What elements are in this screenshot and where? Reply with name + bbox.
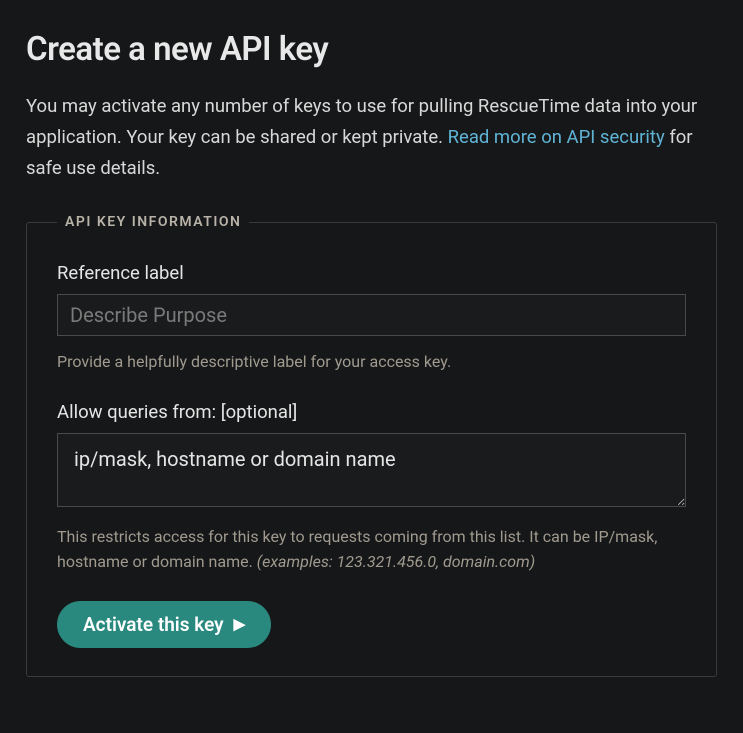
intro-paragraph: You may activate any number of keys to u…: [26, 91, 717, 184]
reference-label-label: Reference label: [57, 262, 686, 284]
activate-key-button-label: Activate this key: [83, 613, 224, 636]
activate-key-button[interactable]: Activate this key ▶: [57, 601, 271, 648]
page-title: Create a new API key: [26, 30, 717, 69]
allow-queries-help-examples: (examples: 123.321.456.0, domain.com): [257, 552, 535, 571]
fieldset-legend: API KEY INFORMATION: [57, 214, 249, 230]
reference-label-help: Provide a helpfully descriptive label fo…: [57, 350, 686, 375]
arrow-right-icon: ▶: [234, 615, 246, 633]
api-key-fieldset: API KEY INFORMATION Reference label Prov…: [26, 214, 717, 676]
allow-queries-label: Allow queries from: [optional]: [57, 401, 686, 423]
reference-label-input[interactable]: [57, 294, 686, 336]
allow-queries-help: This restricts access for this key to re…: [57, 525, 686, 575]
allow-queries-textarea[interactable]: ip/mask, hostname or domain name: [57, 433, 686, 507]
api-security-link[interactable]: Read more on API security: [448, 126, 665, 148]
